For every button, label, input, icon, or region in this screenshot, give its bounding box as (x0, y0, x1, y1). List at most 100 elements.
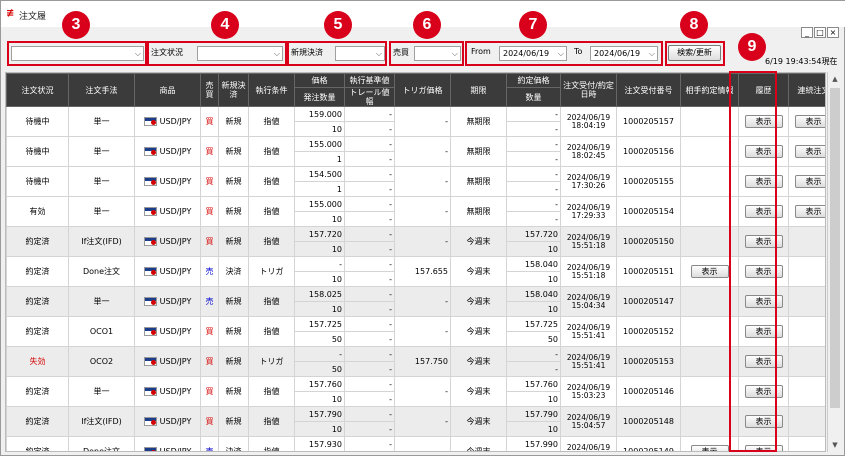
search-refresh-button[interactable]: 検索/更新 (668, 45, 721, 61)
history-show-button[interactable]: 表示 (744, 295, 783, 308)
col-qty[interactable]: 発注数量 (294, 87, 345, 107)
side-filter-select[interactable]: ⌵ (414, 46, 461, 61)
row-exec: 指値 (248, 166, 295, 197)
product-select[interactable]: ⌵ (11, 46, 144, 61)
history-show-button[interactable]: 表示 (744, 205, 783, 218)
col-deal-time[interactable]: 注文受付/約定日時 (560, 73, 617, 107)
table-row[interactable]: 約定済 If注文(IFD) USD/JPY 買新規 指値 157.720- - 今週末 157.… (6, 226, 825, 257)
col-continuous[interactable]: 連続注文 (788, 73, 825, 107)
history-show-button[interactable]: 表示 (744, 325, 783, 338)
table-row[interactable]: 約定済 OCO1 USD/JPY 買新規 指値 157.725- - 今週末 157.725 20… (6, 316, 825, 347)
col-term[interactable]: 期限 (450, 73, 507, 107)
continuous-show-button[interactable]: 表示 (794, 145, 825, 158)
col-base[interactable]: 執行基準値 (344, 73, 395, 88)
row-continuous (788, 316, 825, 347)
scroll-up-icon[interactable]: ▲ (828, 72, 842, 86)
history-show-button[interactable]: 表示 (744, 355, 783, 368)
partner-show-button[interactable]: 表示 (690, 265, 729, 278)
row-term: 今週末 (450, 436, 507, 451)
row-order-number: 1000205153 (616, 346, 681, 377)
row-product: USD/JPY (134, 286, 201, 317)
col-deal-price[interactable]: 約定価格 (506, 73, 561, 88)
row-newset: 新規 (218, 346, 249, 377)
table-row[interactable]: 約定済 If注文(IFD) USD/JPY 買新規 指値 157.790- - 今週末 157.… (6, 406, 825, 437)
row-trail: - (344, 361, 395, 377)
row-deal-qty: 10 (507, 452, 561, 453)
order-table-body: 待機中 単一 USD/JPY 買新規 指値 159.000- - 無期限 -2024/06/19… (6, 106, 825, 453)
col-price[interactable]: 価格 (294, 73, 345, 88)
col-newset[interactable]: 新規決済 (218, 73, 249, 107)
close-button[interactable]: × (827, 27, 839, 38)
row-side: 買 (200, 196, 219, 227)
table-row[interactable]: 約定済 単一 USD/JPY 買新規 指値 157.760- - 今週末 157.760 2024… (6, 376, 825, 407)
col-side[interactable]: 売買 (200, 73, 219, 107)
table-row[interactable]: 待機中 単一 USD/JPY 買新規 指値 159.000- - 無期限 -2024/06/19… (6, 106, 825, 137)
row-exec: 指値 (248, 316, 295, 347)
history-show-button[interactable]: 表示 (744, 175, 783, 188)
row-deal-time: 2024/06/19 15:51:18 (560, 226, 617, 257)
history-show-button[interactable]: 表示 (744, 115, 783, 128)
history-show-button[interactable]: 表示 (744, 235, 783, 248)
col-trigger[interactable]: トリガ価格 (394, 73, 451, 107)
row-deal-qty: - (506, 211, 561, 227)
status-filter-select[interactable]: ⌵ (197, 46, 283, 61)
history-show-button[interactable]: 表示 (744, 385, 783, 398)
row-base: - (344, 136, 395, 152)
row-history: 表示 (738, 376, 789, 407)
continuous-show-button[interactable]: 表示 (794, 205, 825, 218)
continuous-show-button[interactable]: 表示 (794, 175, 825, 188)
table-row[interactable]: 約定済 単一 USD/JPY 売新規 指値 158.025- - 今週末 158.040 2024… (6, 286, 825, 317)
row-method: OCO1 (68, 316, 135, 347)
col-partner[interactable]: 相手約定情報 (680, 73, 739, 107)
col-history[interactable]: 履歴 (738, 73, 789, 107)
row-qty: 10 (294, 301, 345, 317)
row-product: USD/JPY (134, 166, 201, 197)
col-exec[interactable]: 執行条件 (248, 73, 295, 107)
table-row[interactable]: 待機中 単一 USD/JPY 買新規 指値 155.000- - 無期限 -2024/06/19… (6, 136, 825, 167)
row-continuous (788, 376, 825, 407)
row-deal-price: 157.990 (506, 436, 561, 451)
order-table: 注文状況 注文手法 商品 売買 新規決済 執行条件 価格 執行基準値 トリガ価格… (6, 73, 825, 453)
row-continuous (788, 436, 825, 451)
row-order-number: 1000205150 (616, 226, 681, 257)
maximize-button[interactable]: □ (814, 27, 826, 38)
history-show-button[interactable]: 表示 (744, 265, 783, 278)
row-partner (680, 166, 739, 197)
from-date-input[interactable]: 2024/06/19 ⌵ (499, 46, 567, 61)
table-row[interactable]: 約定済 Done注文 USD/JPY 売決済 指値 157.930- - 今週末 157.990… (6, 436, 825, 451)
col-order-number[interactable]: 注文受付番号 (616, 73, 681, 107)
history-show-button[interactable]: 表示 (744, 445, 783, 451)
row-deal-price: - (506, 106, 561, 122)
to-date-input[interactable]: 2024/06/19 ⌵ (590, 46, 658, 61)
settle-filter-select[interactable]: ⌵ (335, 46, 385, 61)
table-row[interactable]: 約定済 Done注文 USD/JPY 売決済 トリガ - -157.655 今週末 158.04… (6, 256, 825, 287)
col-status[interactable]: 注文状況 (6, 73, 69, 107)
row-newset: 新規 (218, 316, 249, 347)
col-trail[interactable]: トレール値幅 (344, 87, 395, 107)
table-row[interactable]: 待機中 単一 USD/JPY 買新規 指値 154.500- - 無期限 -2024/06/19… (6, 166, 825, 197)
row-deal-time: 2024/06/19 15:03:23 (560, 376, 617, 407)
row-continuous: 表示 (788, 196, 825, 227)
scroll-thumb[interactable] (830, 88, 840, 408)
vertical-scrollbar[interactable]: ▲ ▼ (827, 72, 841, 452)
row-exec: 指値 (248, 376, 295, 407)
col-product[interactable]: 商品 (134, 73, 201, 107)
row-method: 単一 (68, 106, 135, 137)
row-base: - (344, 406, 395, 422)
timestamp-text: 6/19 19:43:54現在 (765, 57, 838, 66)
row-product: USD/JPY (134, 346, 201, 377)
minimize-button[interactable]: _ (801, 27, 813, 38)
table-row[interactable]: 失効 OCO2 USD/JPY 買新規 トリガ - -157.750 今週末 -2024/06/… (6, 346, 825, 377)
chevron-down-icon: ⌵ (557, 49, 564, 58)
partner-show-button[interactable]: 表示 (690, 445, 729, 451)
history-show-button[interactable]: 表示 (744, 145, 783, 158)
table-row[interactable]: 有効 単一 USD/JPY 買新規 指値 155.000- - 無期限 -2024/06/19 1… (6, 196, 825, 227)
col-method[interactable]: 注文手法 (68, 73, 135, 107)
continuous-show-button[interactable]: 表示 (794, 115, 825, 128)
chevron-down-icon: ⌵ (273, 49, 280, 58)
row-history: 表示 (738, 106, 789, 137)
scroll-down-icon[interactable]: ▼ (828, 438, 842, 452)
row-deal-qty: - (506, 151, 561, 167)
history-show-button[interactable]: 表示 (744, 415, 783, 428)
col-deal-qty[interactable]: 数量 (506, 87, 561, 107)
